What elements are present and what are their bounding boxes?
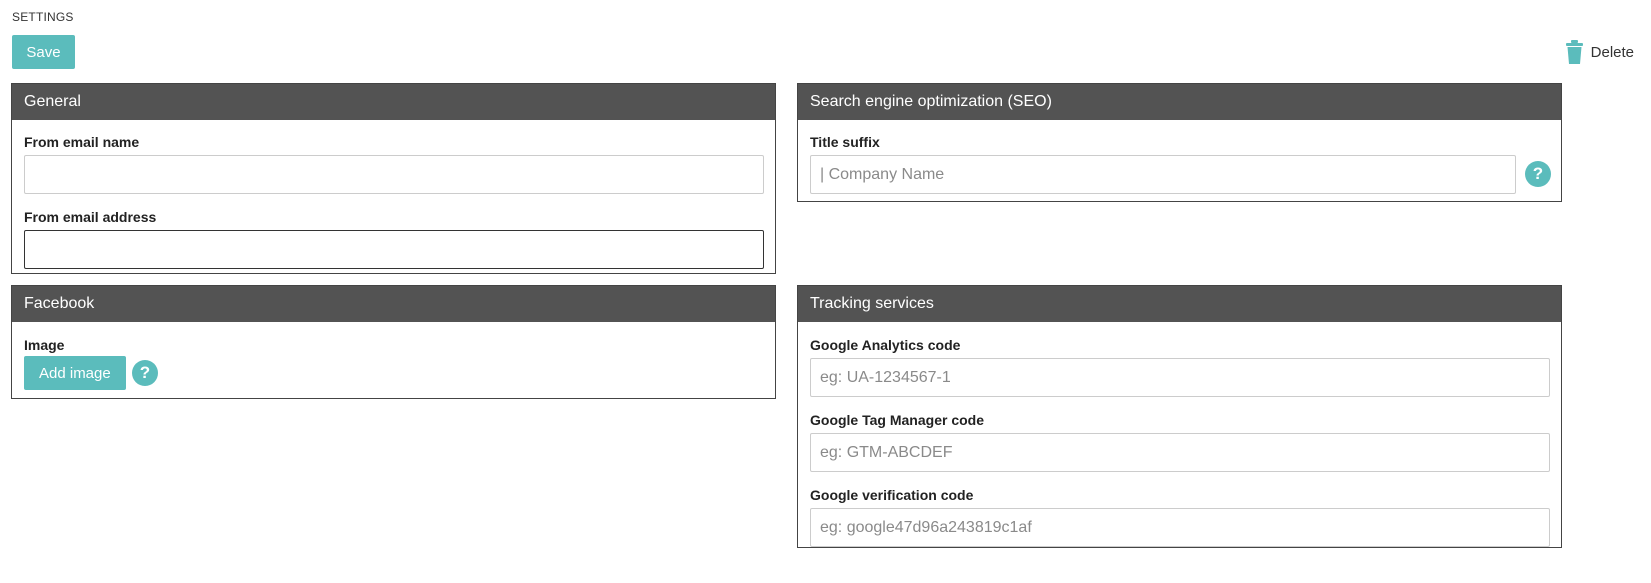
save-button[interactable]: Save (12, 35, 75, 69)
title-suffix-input[interactable] (810, 155, 1516, 194)
seo-panel: Search engine optimization (SEO) Title s… (797, 83, 1562, 202)
google-analytics-label: Google Analytics code (810, 337, 961, 353)
google-tag-manager-input[interactable] (810, 433, 1550, 472)
delete-label: Delete (1590, 43, 1634, 61)
from-email-name-input[interactable] (24, 155, 764, 194)
help-icon[interactable]: ? (1525, 161, 1551, 187)
title-suffix-label: Title suffix (810, 134, 880, 150)
google-tag-manager-label: Google Tag Manager code (810, 412, 984, 428)
general-body: From email name From email address (12, 120, 775, 269)
image-label: Image (24, 337, 65, 353)
google-verification-input[interactable] (810, 508, 1550, 547)
facebook-body: Image Add image ? (12, 322, 775, 398)
add-image-button[interactable]: Add image (24, 356, 126, 390)
seo-body: Title suffix ? (798, 120, 1561, 194)
tracking-panel: Tracking services Google Analytics code … (797, 285, 1562, 548)
tracking-body: Google Analytics code Google Tag Manager… (798, 322, 1561, 547)
tracking-header: Tracking services (798, 286, 1561, 322)
general-panel: General From email name From email addre… (11, 83, 776, 274)
delete-button[interactable]: Delete (1565, 40, 1634, 64)
google-analytics-input[interactable] (810, 358, 1550, 397)
page-title: SETTINGS (12, 10, 74, 24)
facebook-panel: Facebook Image Add image ? (11, 285, 776, 399)
from-email-address-input[interactable] (24, 230, 764, 269)
google-verification-label: Google verification code (810, 487, 974, 503)
help-icon[interactable]: ? (132, 360, 158, 386)
trash-icon (1565, 40, 1583, 64)
general-header: General (12, 84, 775, 120)
from-email-name-label: From email name (24, 134, 140, 150)
seo-header: Search engine optimization (SEO) (798, 84, 1561, 120)
from-email-address-label: From email address (24, 209, 157, 225)
facebook-header: Facebook (12, 286, 775, 322)
